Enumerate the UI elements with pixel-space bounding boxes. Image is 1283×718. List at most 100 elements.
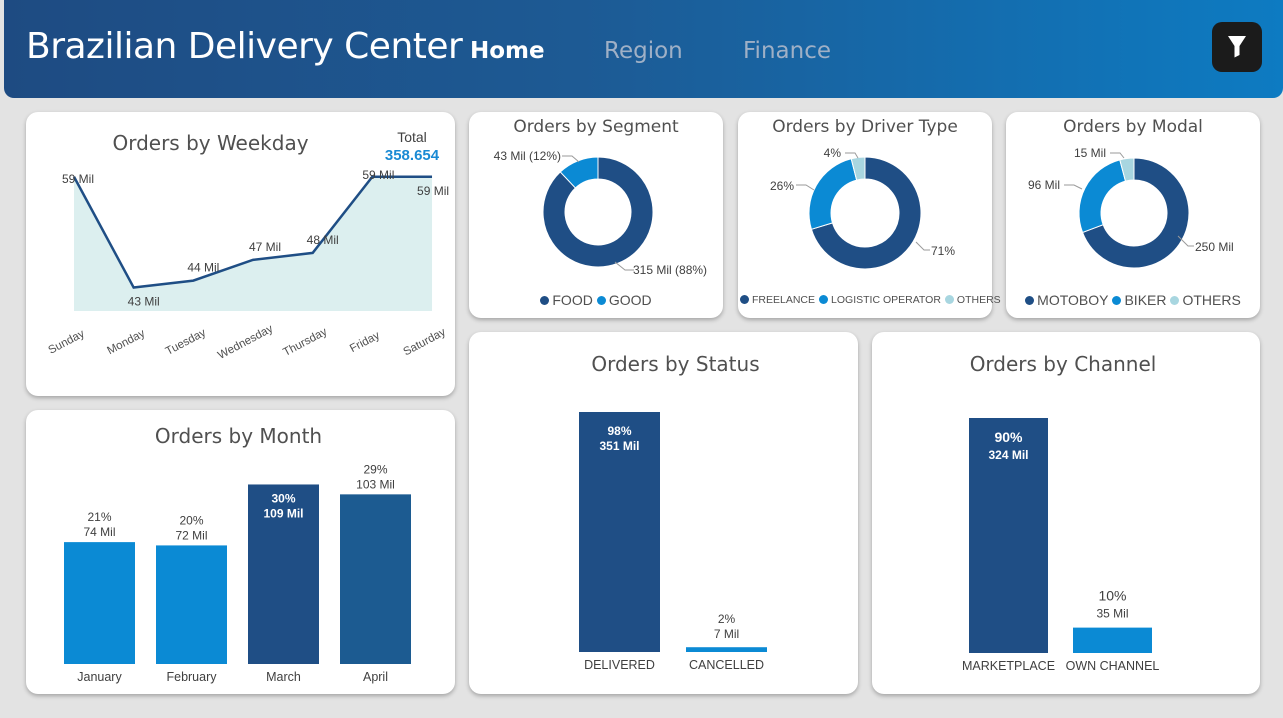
- weekday-data-label: 59 Mil: [62, 172, 94, 186]
- filter-button[interactable]: [1212, 22, 1262, 72]
- channel-value-label: 324 Mil: [988, 448, 1028, 462]
- weekday-tick-label: Monday: [105, 327, 147, 357]
- driver-donut-chart: 71% 26% 4%: [770, 146, 955, 270]
- segment-legend-label: GOOD: [608, 292, 652, 308]
- modal-legend-label: BIKER: [1124, 292, 1167, 308]
- channel-category-label: OWN CHANNEL: [1066, 659, 1160, 673]
- modal-donut-chart: 250 Mil 96 Mil 15 Mil: [1028, 146, 1234, 269]
- driver-slice[interactable]: [808, 158, 858, 230]
- modal-legend-marker: [1025, 295, 1035, 305]
- month-bar[interactable]: [64, 542, 135, 664]
- segment-legend-item[interactable]: FOOD: [540, 292, 593, 308]
- channel-pct-label: 90%: [994, 429, 1023, 445]
- driver-legend-label: OTHERS: [956, 294, 1001, 306]
- month-value-label: 74 Mil: [83, 525, 115, 539]
- modal-legend-item[interactable]: MOTOBOY: [1025, 292, 1108, 308]
- filter-icon: [1228, 36, 1246, 58]
- weekday-tick-label: Wednesday: [216, 323, 275, 362]
- channel-pct-label: 10%: [1098, 588, 1126, 604]
- weekday-data-label: 43 Mil: [128, 295, 160, 309]
- month-bar[interactable]: [156, 545, 227, 664]
- weekday-data-label: 47 Mil: [249, 240, 281, 254]
- modal-leader-line: [1064, 184, 1083, 190]
- driver-legend-label: LOGISTIC OPERATOR: [831, 294, 941, 306]
- month-pct-label: 30%: [271, 491, 295, 505]
- driver-legend-item[interactable]: OTHERS: [944, 294, 1001, 306]
- month-value-label: 72 Mil: [175, 528, 207, 542]
- month-pct-label: 20%: [179, 513, 203, 527]
- status-category-label: DELIVERED: [584, 658, 655, 672]
- channel-bar[interactable]: [1073, 627, 1152, 653]
- driver-legend-item[interactable]: LOGISTIC OPERATOR: [819, 294, 941, 306]
- modal-legend-marker: [1170, 295, 1180, 305]
- segment-data-label: 315 Mil (88%): [633, 263, 707, 277]
- month-category-label: January: [77, 670, 122, 684]
- channel-card: Orders by Channel 90% 324 Mil MARKETPLACE 1…: [872, 332, 1260, 694]
- status-value-label: 7 Mil: [714, 627, 739, 641]
- nav-finance[interactable]: Finance: [743, 38, 831, 64]
- modal-card: Orders by Modal 250 Mil 96 Mil 15 Mil MOTO…: [1006, 112, 1260, 318]
- modal-slice[interactable]: [1078, 159, 1127, 234]
- segment-legend-item[interactable]: GOOD: [596, 292, 652, 308]
- modal-data-label: 96 Mil: [1028, 178, 1060, 192]
- nav-home[interactable]: Home: [470, 38, 545, 64]
- weekday-line-chart: 59 Mil 43 Mil 44 Mil 47 Mil 48 Mil 59 Mil 59 M…: [47, 168, 449, 362]
- weekday-tick-label: Saturday: [401, 326, 447, 358]
- month-category-label: March: [266, 670, 301, 684]
- app-title: Brazilian Delivery Center: [26, 26, 463, 67]
- modal-legend-marker: [1112, 295, 1122, 305]
- segment-card: Orders by Segment 315 Mil (88%) 43 Mil (1…: [469, 112, 723, 318]
- modal-leader-line: [1110, 152, 1125, 159]
- month-category-label: April: [363, 670, 388, 684]
- driver-data-label: 71%: [931, 244, 955, 258]
- month-bar-chart: 21%74 Mil January 20%72 Mil February 30%109 …: [64, 462, 411, 684]
- status-bar-chart: 98%351 Mil DELIVERED 2%7 Mil CANCELLED: [579, 412, 767, 672]
- driver-legend-marker: [944, 294, 954, 304]
- modal-data-label: 250 Mil: [1195, 240, 1234, 254]
- weekday-data-label: 44 Mil: [187, 261, 219, 275]
- weekday-tick-label: Thursday: [281, 326, 329, 359]
- weekday-data-label: 59 Mil: [362, 168, 394, 182]
- segment-legend-label: FOOD: [552, 292, 593, 308]
- status-bar[interactable]: [686, 647, 767, 652]
- weekday-tick-label: Tuesday: [164, 327, 208, 358]
- weekday-tick-label: Sunday: [47, 328, 87, 357]
- modal-data-label: 15 Mil: [1074, 146, 1106, 160]
- status-pct-label: 98%: [607, 424, 631, 438]
- modal-legend-item[interactable]: BIKER: [1112, 292, 1166, 308]
- month-pct-label: 29%: [363, 462, 387, 476]
- status-category-label: CANCELLED: [689, 658, 764, 672]
- channel-category-label: MARKETPLACE: [962, 659, 1055, 673]
- driver-legend-item[interactable]: FREELANCE: [740, 294, 815, 306]
- driver-data-label: 26%: [770, 179, 794, 193]
- modal-legend-label: MOTOBOY: [1037, 292, 1109, 308]
- segment-legend: FOOD GOOD: [469, 292, 723, 308]
- month-value-label: 103 Mil: [356, 477, 395, 491]
- segment-donut-chart: 315 Mil (88%) 43 Mil (12%): [494, 149, 707, 277]
- top-header: Brazilian Delivery Center Home Region Fi…: [4, 0, 1283, 98]
- month-bar[interactable]: [340, 494, 411, 664]
- modal-legend-item[interactable]: OTHERS: [1170, 292, 1241, 308]
- segment-data-label: 43 Mil (12%): [494, 149, 561, 163]
- driver-card: Orders by Driver Type 71% 26% 4% FREELANCE…: [738, 112, 1001, 318]
- weekday-data-label: 48 Mil: [307, 233, 339, 247]
- weekday-card: Orders by Weekday Total 358.654 59 Mil 43…: [26, 112, 455, 396]
- channel-bar-chart: 90% 324 Mil MARKETPLACE 10% 35 Mil OWN CHANNE…: [962, 418, 1160, 673]
- segment-legend-marker: [540, 295, 550, 305]
- month-card: Orders by Month 21% 74 Mil January 20% 72 Mi…: [26, 410, 455, 694]
- driver-legend-marker: [819, 294, 829, 304]
- month-category-label: February: [166, 670, 217, 684]
- weekday-tick-label: Friday: [348, 329, 382, 355]
- driver-data-label: 4%: [824, 146, 842, 160]
- segment-legend-marker: [596, 295, 606, 305]
- month-value-label: 109 Mil: [263, 506, 303, 520]
- nav-region[interactable]: Region: [604, 38, 683, 64]
- weekday-data-label: 59 Mil: [417, 184, 449, 198]
- status-pct-label: 2%: [718, 612, 736, 626]
- channel-value-label: 35 Mil: [1096, 607, 1128, 621]
- modal-legend-label: OTHERS: [1182, 292, 1241, 308]
- status-value-label: 351 Mil: [599, 439, 639, 453]
- modal-legend: MOTOBOY BIKER OTHERS: [1006, 292, 1260, 308]
- driver-leader-line: [796, 184, 815, 191]
- status-card: Orders by Status 98% 351 Mil DELIVERED 2% 7 …: [469, 332, 858, 694]
